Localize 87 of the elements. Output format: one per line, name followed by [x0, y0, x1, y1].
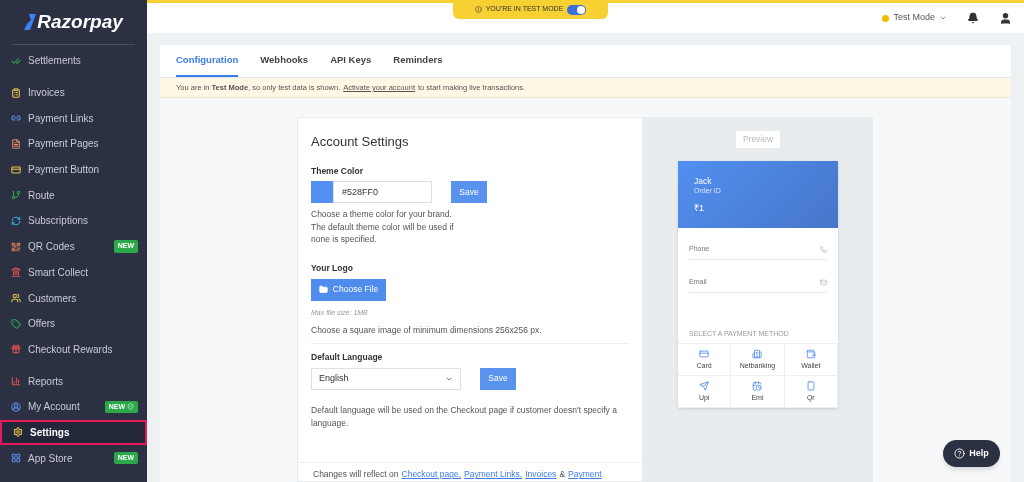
color-swatch[interactable]: [311, 181, 333, 204]
sidebar-item-label: Customers: [28, 291, 78, 306]
branch-icon: [11, 190, 21, 201]
field-label: Default Language: [311, 350, 384, 364]
sidebar-item-label: My Account: [28, 400, 81, 415]
grid-icon: [11, 453, 21, 464]
panel-title: Account Settings: [311, 133, 410, 151]
sidebar-item[interactable]: Invoices: [0, 79, 147, 106]
gift-icon: [11, 344, 21, 355]
footer-link[interactable]: Checkout page,: [401, 468, 462, 481]
help-button[interactable]: Help: [943, 440, 1000, 467]
sidebar-item-label: Route: [28, 188, 56, 203]
calendar-icon: [752, 381, 763, 392]
bank-icon: [11, 267, 21, 278]
users-icon: [11, 293, 21, 304]
sidebar-item[interactable]: Smart Collect: [0, 259, 147, 286]
clipboard-icon: [11, 87, 21, 98]
footer-link[interactable]: Payment Links,: [464, 468, 523, 481]
brand-logo: Razorpay: [37, 9, 123, 34]
report-icon: [11, 376, 21, 387]
field-label: Theme Color: [311, 164, 364, 178]
link-icon: [11, 113, 21, 124]
bank-icon: [752, 349, 763, 360]
amount: ₹1: [694, 202, 705, 216]
sidebar-item-label: App Store: [28, 451, 74, 466]
caret-icon: [939, 14, 947, 22]
refresh-icon: [11, 215, 21, 226]
preview-label: Preview: [735, 131, 781, 148]
sidebar-item[interactable]: Subscriptions: [0, 208, 147, 234]
sidebar-item[interactable]: Checkout Rewards: [0, 336, 147, 363]
tab[interactable]: Reminders: [393, 45, 443, 77]
sidebar-item[interactable]: Customers: [0, 285, 147, 311]
help-icon: [954, 448, 966, 459]
help-text: none is specified.: [311, 233, 378, 246]
sidebar-item-label: Settlements: [28, 54, 82, 69]
info-icon: [474, 6, 482, 13]
footer-text: Changes will reflect on: [313, 468, 399, 481]
sidebar-item-label: Payment Button: [28, 163, 101, 178]
sidebar-item-label: Invoices: [28, 86, 66, 101]
sidebar-item[interactable]: Settlements: [0, 48, 147, 74]
language-select[interactable]: English: [311, 367, 461, 390]
logo-icon: [24, 14, 37, 30]
qr-code-icon: [11, 241, 21, 252]
card-icon: [699, 349, 710, 360]
sidebar-item-label: Offers: [28, 317, 57, 332]
color-input[interactable]: #528FF0: [333, 181, 432, 204]
sidebar-item[interactable]: Offers: [0, 310, 147, 337]
help-text: Choose a theme color for your brand.: [311, 208, 453, 221]
sidebar-item-label: Settings: [30, 425, 71, 440]
sidebar-item[interactable]: Route: [0, 182, 147, 209]
test-mode-switch[interactable]: [567, 4, 587, 15]
merchant-name: Jack: [694, 176, 713, 186]
bell-icon[interactable]: [967, 12, 979, 24]
tab[interactable]: Webhooks: [260, 45, 309, 77]
folder-icon: [318, 285, 328, 294]
arrow-icon: [699, 381, 710, 392]
sidebar-item[interactable]: Reports: [0, 368, 147, 394]
help-text: Default language will be used on the Checkout page if customer doesn't specify a language.: [311, 403, 618, 430]
sidebar-item[interactable]: Settings: [0, 419, 147, 446]
user-icon: [11, 401, 21, 412]
sidebar-item-label: Payment Links: [28, 111, 95, 126]
mode-menu[interactable]: Test Mode: [882, 11, 947, 25]
tag-icon: [11, 318, 21, 329]
sidebar-item-label: Payment Pages: [28, 137, 100, 152]
sidebar-item-label: Subscriptions: [28, 214, 90, 229]
help-text: The default theme color will be used if: [311, 220, 455, 234]
sidebar-item-label: QR Codes: [28, 240, 76, 255]
footer-link[interactable]: Payment: [568, 468, 602, 481]
mail-icon: [820, 278, 827, 286]
user-icon[interactable]: [999, 11, 1012, 25]
footer-link[interactable]: Invoices: [525, 468, 557, 481]
check-icon: [11, 55, 21, 66]
phone-icon: [820, 245, 827, 253]
sidebar-item[interactable]: Payment Pages: [0, 131, 147, 157]
phone-icon: [805, 381, 816, 392]
footer-text: &: [559, 468, 566, 481]
sidebar-item-label: Reports: [28, 374, 64, 389]
sidebar-item-label: Smart Collect: [28, 265, 89, 280]
sidebar-item[interactable]: Payment Links: [0, 105, 147, 132]
sidebar-item[interactable]: Payment Button: [0, 156, 147, 183]
help-text: Choose a square image of minimum dimensions 256x256 px.: [311, 324, 543, 337]
wallet-icon: [805, 349, 816, 360]
tab[interactable]: API Keys: [330, 45, 372, 77]
sidebar-item-label: Checkout Rewards: [28, 342, 114, 357]
field-label: Your Logo: [311, 261, 354, 275]
settings-icon: [13, 427, 23, 438]
document-icon: [11, 138, 21, 149]
